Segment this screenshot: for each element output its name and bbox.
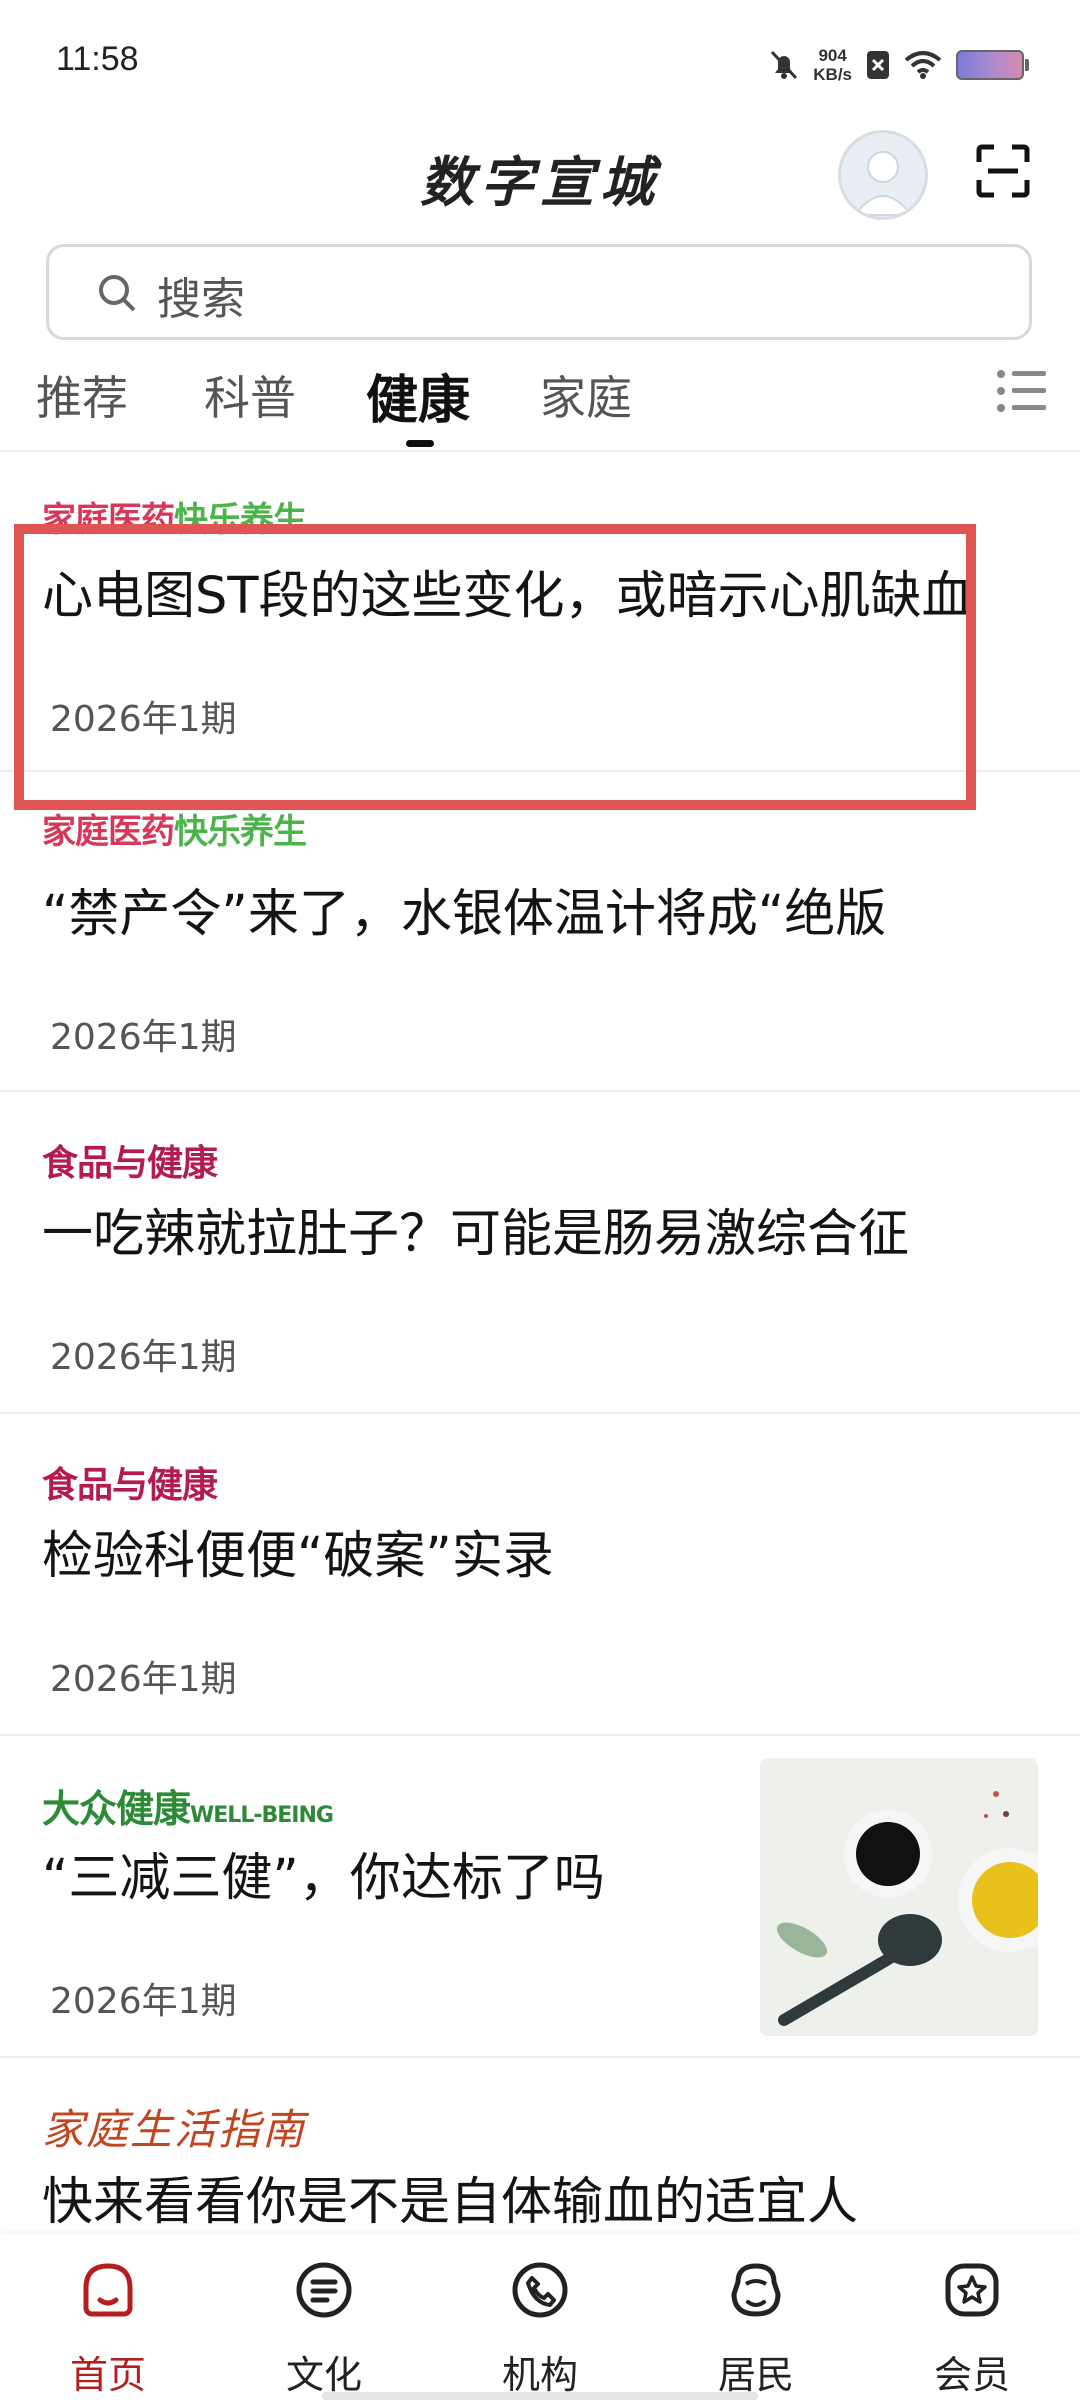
network-speed-value: 904 (818, 46, 847, 65)
tab-science[interactable]: 科普 (204, 362, 296, 428)
article-title: 检验科便便“破案”实录 (42, 1527, 554, 1586)
highlight-box (14, 524, 976, 810)
network-speed-unit: KB/s (813, 65, 852, 84)
nav-label: 机构 (501, 2353, 578, 2397)
article-item[interactable]: 大众健康WELL-BEING “三减三健”，你达标了吗 2026年1期 (0, 1738, 1080, 2058)
home-indicator (322, 2392, 758, 2400)
home-icon (83, 2263, 133, 2317)
article-title: 一吃辣就拉肚子？可能是肠易激综合征 (42, 1205, 910, 1264)
nav-label: 会员 (933, 2353, 1010, 2397)
source-badge: 食品与健康 (42, 1143, 218, 1184)
article-item[interactable]: 食品与健康 检验科便便“破案”实录 2026年1期 (0, 1416, 1080, 1736)
article-title: “三减三健”，你达标了吗 (42, 1849, 605, 1908)
wifi-icon (904, 51, 942, 79)
bottom-nav: 首页 文化 机构 居民 会员 (0, 2234, 1080, 2408)
nav-institution[interactable]: 机构 (432, 2234, 648, 2408)
source-badge: 大众健康WELL-BEING (42, 1778, 334, 1833)
mute-bell-icon (771, 50, 798, 80)
scan-button[interactable] (976, 144, 1030, 198)
list-icon (296, 2262, 352, 2318)
source-badge: 食品与健康 (42, 1465, 218, 1506)
food-bowls-image (760, 1758, 1038, 2036)
avatar[interactable] (838, 130, 928, 220)
badge-part: 大众健康 (42, 1787, 191, 1831)
article-thumbnail (760, 1758, 1038, 2036)
source-badge: 家庭生活指南 (42, 2105, 307, 2154)
battery-icon (956, 50, 1029, 80)
nav-label: 首页 (69, 2353, 146, 2397)
status-icons: 904 KB/s (769, 40, 1029, 90)
tab-health[interactable]: 健康 (366, 358, 470, 433)
phone-icon (512, 2262, 568, 2318)
nav-label: 文化 (285, 2353, 362, 2397)
article-issue: 2026年1期 (50, 1337, 237, 1378)
member-star-icon (945, 2263, 999, 2317)
nav-member[interactable]: 会员 (864, 2234, 1080, 2408)
nav-residents[interactable]: 居民 (648, 2234, 864, 2408)
user-avatar-icon (853, 151, 913, 216)
article-item[interactable]: 食品与健康 一吃辣就拉肚子？可能是肠易激综合征 2026年1期 (0, 1094, 1080, 1414)
active-tab-indicator (406, 440, 434, 447)
nav-home[interactable]: 首页 (0, 2234, 216, 2408)
article-item[interactable]: 家庭医药快乐养生 “禁产令”来了，水银体温计将成“绝版 2026年1期 (0, 772, 1080, 1092)
search-input[interactable]: 搜索 (46, 244, 1032, 340)
nav-label: 居民 (717, 2353, 794, 2397)
badge-part: WELL-BEING (190, 1803, 334, 1828)
badge-part: 家庭医药 (42, 812, 175, 852)
badge-part: 快乐养生 (174, 812, 307, 852)
tab-recommend[interactable]: 推荐 (36, 362, 128, 428)
article-issue: 2026年1期 (50, 1017, 237, 1058)
tab-family[interactable]: 家庭 (540, 362, 632, 428)
article-issue: 2026年1期 (50, 1659, 237, 1700)
sim-off-icon (867, 51, 889, 79)
status-time: 11:58 (56, 40, 139, 78)
network-speed: 904 KB/s (813, 46, 852, 84)
search-placeholder: 搜索 (157, 274, 245, 325)
search-icon (99, 275, 136, 312)
residents-icon (731, 2263, 781, 2317)
source-badge: 家庭医药快乐养生 (42, 804, 307, 853)
nav-culture[interactable]: 文化 (216, 2234, 432, 2408)
article-issue: 2026年1期 (50, 1981, 237, 2022)
article-title: “禁产令”来了，水银体温计将成“绝版 (42, 885, 887, 944)
tab-menu-icon[interactable] (996, 368, 1048, 414)
article-title: 快来看看你是不是自体输血的适宜人 (42, 2173, 859, 2232)
